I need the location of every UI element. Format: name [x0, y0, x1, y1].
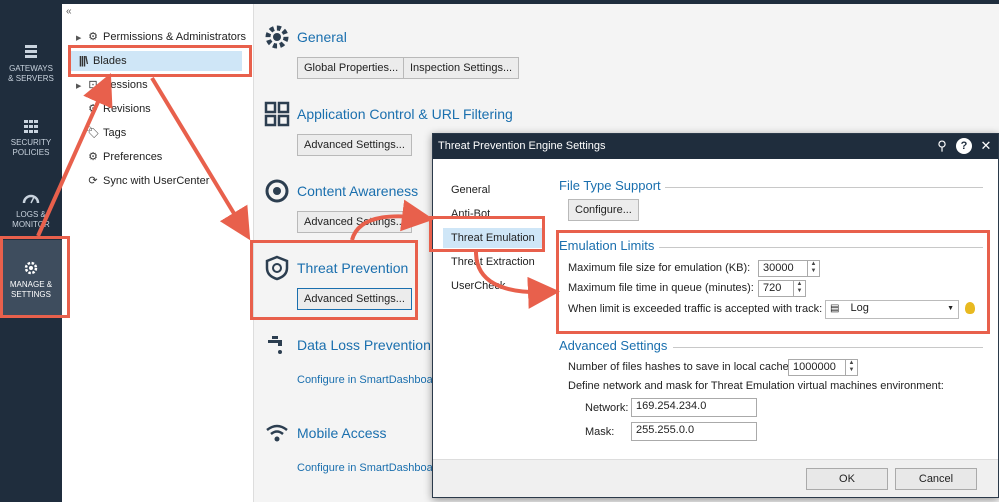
ok-button[interactable]: OK [806, 468, 888, 490]
tree-item-sessions[interactable]: ▶ ⊡ Sessions [76, 75, 148, 95]
tag-icon: 🏷 [86, 127, 100, 139]
tree-item-preferences[interactable]: ⚙ Preferences [86, 147, 162, 167]
grid-icon [24, 120, 38, 133]
nav-label: SECURITY POLICIES [10, 138, 52, 157]
divider [665, 187, 983, 188]
divider [673, 347, 983, 348]
gear-icon: ⚙ [88, 151, 98, 163]
advanced-settings-title: Advanced Settings [559, 338, 668, 353]
gateway-icon [25, 45, 37, 58]
tree-item-label: Tags [103, 127, 127, 139]
mask-input[interactable]: 255.255.0.0 [631, 422, 757, 441]
inspection-settings-button[interactable]: Inspection Settings... [403, 57, 520, 79]
tree-item-label: Permissions & Administrators [103, 31, 247, 43]
dialog-title: Threat Prevention Engine Settings [433, 134, 998, 159]
highlight-manage-settings [0, 236, 70, 318]
gear-icon: ⚙ [88, 103, 98, 115]
expand-arrow-icon[interactable]: ▶ [76, 77, 86, 97]
file-type-support-title: File Type Support [559, 178, 661, 193]
wifi-icon [266, 424, 288, 442]
close-icon[interactable]: ✕ [978, 138, 994, 154]
sync-icon: ⟳ [88, 175, 98, 187]
hashes-input[interactable]: 1000000 ▲ ▼ [788, 359, 858, 376]
section-title-application-control: Application Control & URL Filtering [297, 106, 513, 122]
sessions-icon: ⊡ [88, 79, 98, 91]
tree-item-tags[interactable]: 🏷 Tags [86, 123, 126, 143]
global-properties-button[interactable]: Global Properties... [297, 57, 406, 79]
nav-security-policies[interactable]: SECURITY POLICIES [0, 118, 62, 168]
cancel-button[interactable]: Cancel [895, 468, 977, 490]
network-label: Network: [585, 402, 629, 414]
section-title-data-loss-prevention: Data Loss Prevention [297, 337, 431, 353]
tree-item-permissions[interactable]: ▶ ⚙ Permissions & Administrators [76, 27, 246, 47]
settings-tree: « ▶ ⚙ Permissions & Administrators |||\ Bla… [62, 4, 254, 502]
highlight-blades [68, 45, 252, 77]
dialog-nav-general[interactable]: General [443, 180, 543, 200]
dialog-footer: OK Cancel [433, 459, 998, 497]
tree-item-label: Sync with UserCenter [103, 175, 210, 187]
hashes-label: Number of files hashes to save in local … [568, 361, 792, 373]
app-control-advanced-settings-button[interactable]: Advanced Settings... [297, 134, 412, 156]
gauge-icon [22, 194, 40, 204]
dialog-nav-usercheck[interactable]: UserCheck [443, 276, 543, 296]
tree-item-label: Revisions [103, 103, 151, 115]
dialog-toolbar: ⚲ ? ✕ [934, 138, 994, 154]
section-title-general: General [297, 29, 347, 45]
gear-icon [265, 25, 289, 49]
gear-icon: ⚙ [88, 31, 98, 43]
mask-label: Mask: [585, 426, 615, 438]
nav-gateways-servers[interactable]: GATEWAYS & SERVERS [0, 44, 62, 94]
tree-item-revisions[interactable]: ⚙ Revisions [86, 99, 151, 119]
network-description: Define network and mask for Threat Emula… [568, 380, 944, 392]
nav-logs-monitor[interactable]: LOGS & MONITOR [0, 190, 62, 240]
app-grid-icon [264, 101, 290, 127]
tree-item-sync-usercenter[interactable]: ⟳ Sync with UserCenter [86, 171, 209, 191]
nav-label: LOGS & MONITOR [12, 210, 50, 229]
mobile-access-configure-link[interactable]: Configure in SmartDashboard [297, 462, 443, 474]
network-input[interactable]: 169.254.234.0 [631, 398, 757, 417]
app-window: GATEWAYS & SERVERS SECURITY POLICIES LOG… [0, 0, 999, 502]
highlight-emulation-limits [556, 230, 990, 334]
section-title-content-awareness: Content Awareness [297, 183, 419, 199]
hashes-value: 1000000 [793, 361, 836, 373]
tree-item-label: Sessions [103, 79, 148, 91]
content-awareness-icon [265, 179, 289, 203]
dialog-nav-threat-extraction[interactable]: Threat Extraction [443, 252, 543, 272]
highlight-threat-emulation [429, 216, 545, 252]
help-icon[interactable]: ? [956, 138, 972, 154]
spinner-icon[interactable]: ▲ ▼ [845, 360, 857, 375]
highlight-threat-prevention [250, 240, 418, 320]
tree-item-label: Preferences [103, 151, 163, 163]
dlp-configure-link[interactable]: Configure in SmartDashboard [297, 374, 443, 386]
content-awareness-advanced-settings-button[interactable]: Advanced Settings... [297, 211, 412, 233]
nav-label: GATEWAYS & SERVERS [8, 64, 54, 83]
section-title-mobile-access: Mobile Access [297, 425, 387, 441]
search-icon[interactable]: ⚲ [934, 138, 950, 154]
file-type-configure-button[interactable]: Configure... [568, 199, 639, 221]
collapse-icon[interactable]: « [66, 6, 72, 17]
faucet-icon [268, 336, 282, 354]
